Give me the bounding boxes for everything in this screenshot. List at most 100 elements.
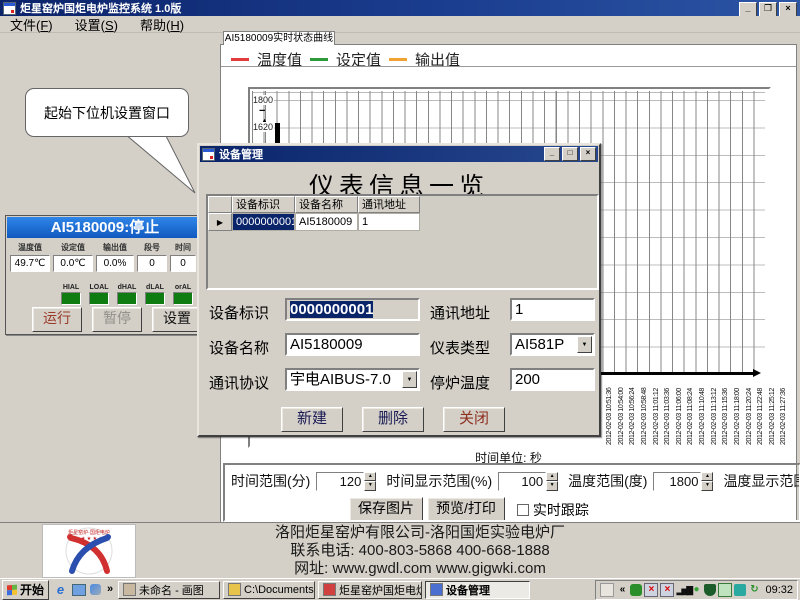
status-field-label-3: 段号 bbox=[137, 242, 167, 253]
chevron-left-icon[interactable]: « bbox=[616, 584, 628, 596]
task-label-2: 炬星窑炉国炬电炉监... bbox=[339, 582, 422, 598]
messenger-icon[interactable] bbox=[734, 584, 746, 596]
minimize-button[interactable]: _ bbox=[739, 2, 757, 17]
furnace-app-icon bbox=[323, 583, 336, 596]
legend-dash-2 bbox=[389, 58, 407, 61]
system-tray: «××▂▅▇●↻09:32 bbox=[595, 580, 798, 600]
network-offline-icon[interactable]: × bbox=[644, 583, 658, 597]
x-tick-9: 2012-02-03 11:13:12 bbox=[711, 388, 718, 445]
save-image-button[interactable]: 保存图片 bbox=[349, 497, 423, 522]
alarm-indicator-dHAL bbox=[117, 292, 137, 305]
alarm-label-HIAL: HIAL bbox=[61, 284, 81, 291]
preview-print-button[interactable]: 预览/打印 bbox=[427, 497, 505, 522]
start-button[interactable]: 开始 bbox=[2, 580, 49, 600]
restore-button[interactable]: ❐ bbox=[759, 2, 777, 17]
x-tick-13: 2012-02-03 11:22:48 bbox=[757, 388, 764, 445]
signal-bars-icon[interactable]: ▂▅▇ bbox=[676, 584, 688, 596]
language-indicator-icon[interactable] bbox=[600, 583, 614, 597]
task-buttons: 未命名 - 画图C:\Documents and Se... 炬星窑炉国炬电炉监.… bbox=[115, 581, 530, 599]
form-field-设备名称[interactable]: AI5180009 bbox=[285, 333, 420, 356]
task-button-3[interactable]: 设备管理 bbox=[425, 581, 530, 599]
dialog-maximize-button[interactable]: □ bbox=[562, 147, 578, 161]
spinner-label-2: 温度范围(度) bbox=[568, 471, 647, 491]
form-field-设备标识[interactable]: 0000000001 bbox=[285, 298, 420, 321]
form-field-通讯协议[interactable]: 宇电AIBUS-7.0▼ bbox=[285, 368, 420, 391]
spinner-2[interactable]: 1800▲▼ bbox=[653, 472, 713, 491]
table-cell-0[interactable]: 0000000001 bbox=[232, 213, 295, 231]
task-button-2[interactable]: 炬星窑炉国炬电炉监... bbox=[318, 581, 422, 599]
task-button-1[interactable]: C:\Documents and Se... bbox=[223, 581, 315, 599]
zoom-out-mark[interactable]: − bbox=[259, 106, 265, 116]
menu-item-0[interactable]: 文件(F) bbox=[10, 15, 53, 34]
x-tick-15: 2012-02-03 11:27:36 bbox=[780, 388, 787, 445]
dropdown-button-通讯协议[interactable]: ▼ bbox=[402, 371, 417, 388]
update-icon[interactable]: ↻ bbox=[748, 584, 760, 596]
close-button[interactable]: × bbox=[779, 2, 797, 17]
realtime-track-checkbox[interactable] bbox=[517, 504, 529, 516]
status-button-0[interactable]: 运行 bbox=[32, 307, 82, 332]
table-cell-1[interactable]: AI5180009 bbox=[295, 213, 358, 231]
form-field-仪表类型[interactable]: AI581P▼ bbox=[510, 333, 595, 356]
start-label: 开始 bbox=[20, 581, 44, 598]
y-tick-1620: 1620 bbox=[253, 122, 274, 132]
spinner-value-1[interactable]: 100 bbox=[498, 472, 546, 491]
spinner-down-0[interactable]: ▼ bbox=[364, 481, 376, 491]
dialog-titlebar[interactable]: 设备管理 _ □ × bbox=[200, 146, 598, 162]
x-tick-11: 2012-02-03 11:18:00 bbox=[734, 388, 741, 445]
dialog-minimize-button[interactable]: _ bbox=[544, 147, 560, 161]
quick-launch-overflow-chevron[interactable]: » bbox=[105, 582, 115, 597]
form-label-设备标识: 设备标识 bbox=[209, 302, 269, 323]
spinner-up-2[interactable]: ▲ bbox=[701, 472, 713, 482]
outlook-express-icon[interactable] bbox=[72, 584, 86, 596]
spinner-down-1[interactable]: ▼ bbox=[546, 481, 558, 491]
dropdown-button-仪表类型[interactable]: ▼ bbox=[577, 336, 592, 353]
alarm-HIAL: HIAL bbox=[61, 284, 81, 305]
table-header-1[interactable]: 设备名称 bbox=[295, 196, 358, 213]
x-tick-4: 2012-02-03 11:01:12 bbox=[653, 388, 660, 445]
dialog-button-0[interactable]: 新建 bbox=[281, 407, 343, 432]
task-button-0[interactable]: 未命名 - 画图 bbox=[118, 581, 220, 599]
window-titlebar[interactable]: 炬星窑炉国炬电炉监控系统 1.0版 _ ❐ × bbox=[0, 0, 800, 16]
menu-item-1[interactable]: 设置(S) bbox=[75, 15, 118, 34]
table-cell-2[interactable]: 1 bbox=[358, 213, 420, 231]
status-button-2[interactable]: 设置 bbox=[152, 307, 202, 332]
spinner-1[interactable]: 100▲▼ bbox=[498, 472, 558, 491]
status-green-icon[interactable]: ● bbox=[690, 584, 702, 596]
media-player-icon[interactable] bbox=[90, 584, 101, 595]
form-field-停炉温度[interactable]: 200 bbox=[510, 368, 595, 391]
spinner-up-0[interactable]: ▲ bbox=[364, 472, 376, 482]
table-header-0[interactable]: 设备标识 bbox=[232, 196, 295, 213]
alarm-indicator-HIAL bbox=[61, 292, 81, 305]
table-header-2[interactable]: 通讯地址 bbox=[358, 196, 420, 213]
shield-icon[interactable] bbox=[704, 584, 716, 596]
spinner-up-1[interactable]: ▲ bbox=[546, 472, 558, 482]
x-tick-10: 2012-02-03 11:15:36 bbox=[722, 388, 729, 445]
antivirus-icon[interactable] bbox=[630, 584, 642, 596]
status-button-1: 暂停 bbox=[92, 307, 142, 332]
ie-icon[interactable]: e bbox=[53, 582, 68, 597]
status-field-value-1: 0.0℃ bbox=[53, 255, 93, 272]
network-error-icon[interactable]: × bbox=[660, 583, 674, 597]
row-selector-cell[interactable]: ▶ bbox=[208, 213, 232, 231]
x-tick-1: 2012-02-03 10:54:00 bbox=[618, 388, 625, 445]
spinner-0[interactable]: 120▲▼ bbox=[316, 472, 376, 491]
menu-item-2[interactable]: 帮助(H) bbox=[140, 15, 184, 34]
dialog-button-1[interactable]: 删除 bbox=[362, 407, 424, 432]
x-tick-2: 2012-02-03 10:56:24 bbox=[629, 388, 636, 445]
form-field-通讯地址[interactable]: 1 bbox=[510, 298, 595, 321]
tab-realtime-curve[interactable]: AI5180009实时状态曲线 bbox=[223, 31, 335, 45]
device-table[interactable]: 设备标识设备名称通讯地址 ▶0000000001AI51800091 bbox=[206, 194, 599, 290]
spinner-value-2[interactable]: 1800 bbox=[653, 472, 701, 491]
task-label-3: 设备管理 bbox=[446, 582, 490, 598]
footer-line-0: 洛阳炬星窑炉有限公司-洛阳国炬实验电炉厂 bbox=[140, 524, 700, 542]
battery-icon[interactable] bbox=[718, 583, 732, 597]
dialog-button-2[interactable]: 关闭 bbox=[443, 407, 505, 432]
x-tick-12: 2012-02-03 11:20:24 bbox=[746, 388, 753, 445]
x-tick-8: 2012-02-03 11:10:48 bbox=[699, 388, 706, 445]
spinner-label-1: 时间显示范围(%) bbox=[386, 471, 492, 491]
spinner-value-0[interactable]: 120 bbox=[316, 472, 364, 491]
spinner-down-2[interactable]: ▼ bbox=[701, 481, 713, 491]
status-field-0: 温度值49.7℃ bbox=[10, 242, 50, 272]
dialog-close-button[interactable]: × bbox=[580, 147, 596, 161]
spinner-buttons-2: ▲▼ bbox=[701, 472, 713, 491]
